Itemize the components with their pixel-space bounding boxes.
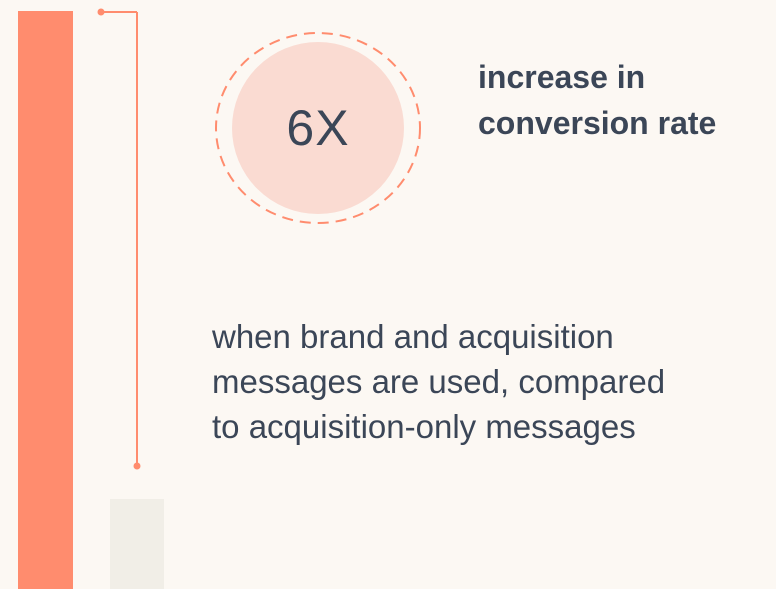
bracket-bottom-dot	[133, 462, 141, 470]
stat-description-line: when brand and acquisition	[212, 318, 614, 355]
short-muted-bar	[110, 499, 164, 589]
stat-description-line: to acquisition-only messages	[212, 408, 636, 445]
stat-label-line: conversion rate	[478, 105, 717, 141]
tall-accent-bar	[18, 11, 73, 589]
stat-circle: 6X	[213, 30, 423, 226]
stat-label: increase in conversion rate	[478, 54, 768, 146]
bracket-connector	[97, 8, 141, 470]
stat-value: 6X	[286, 100, 350, 156]
stat-description-line: messages are used, compared	[212, 363, 666, 400]
stat-description: when brand and acquisition messages are …	[212, 314, 772, 449]
stat-label-line: increase in	[478, 59, 646, 95]
bracket-top-dot	[97, 8, 105, 16]
